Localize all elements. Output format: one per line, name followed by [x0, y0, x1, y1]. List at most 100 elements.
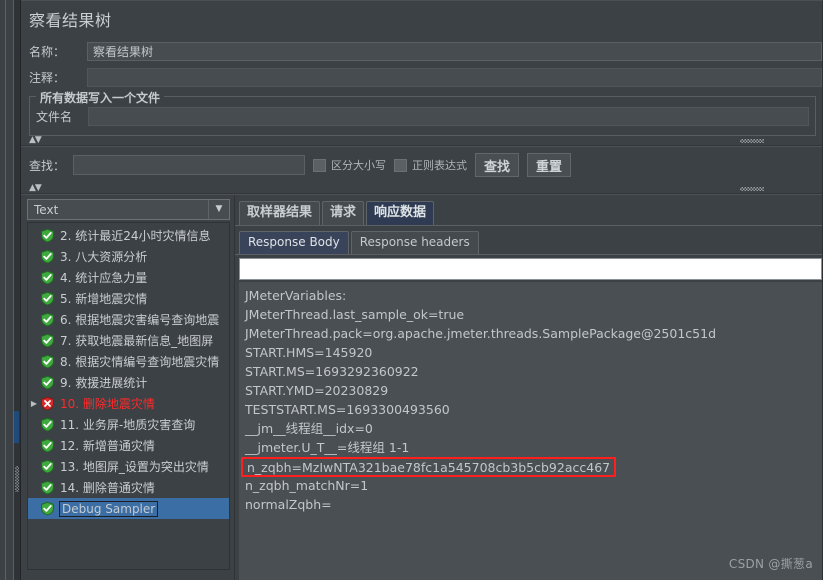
jmeter-window: 察看结果树 名称： 察看结果树 注释： 所有数据写入一个文件 文件名 ▲▼ 查找… — [0, 0, 823, 580]
response-line: TESTSTART.MS=1693300493560 — [245, 402, 450, 417]
result-tab[interactable]: 响应数据 — [366, 201, 435, 225]
shield-ok-icon — [40, 459, 55, 474]
page-title: 察看结果树 — [29, 11, 112, 30]
response-line: START.YMD=20230829 — [245, 383, 389, 398]
response-subtab[interactable]: Response headers — [350, 231, 479, 254]
splitter-grip-icon[interactable] — [15, 466, 19, 492]
shield-ok-icon — [40, 270, 55, 285]
name-field-row: 名称： 察看结果树 — [21, 38, 822, 64]
checkbox-icon[interactable] — [394, 158, 408, 172]
tree-item[interactable]: ▶6. 根据地震灾害编号查询地震 — [28, 309, 229, 330]
tree-item-label: 2. 统计最近24小时灾情信息 — [60, 229, 211, 243]
case-sensitive-checkbox[interactable]: 区分大小写 — [313, 157, 386, 173]
regex-label: 正则表达式 — [412, 159, 468, 172]
shield-ok-icon — [40, 375, 55, 390]
splitter-arrows-icon[interactable]: ▲▼ — [29, 184, 42, 193]
response-line: JMeterVariables: — [245, 288, 347, 303]
shield-ok-icon — [40, 228, 55, 243]
tree-item-label: 7. 获取地震最新信息_地图屏 — [60, 334, 214, 348]
response-line: n_zqbh_matchNr=1 — [245, 478, 369, 493]
results-split-pane: Text ▼ ▶2. 统计最近24小时灾情信息▶3. 八大资源分析▶4. 统计应… — [21, 194, 822, 580]
comment-label: 注释： — [29, 70, 66, 85]
tree-item[interactable]: ▶12. 新增普通灾情 — [28, 435, 229, 456]
response-line: __jm__线程组__idx=0 — [245, 421, 373, 436]
tree-item[interactable]: ▶4. 统计应急力量 — [28, 267, 229, 288]
render-selector-dropdown[interactable]: Text ▼ — [27, 199, 230, 220]
response-subtab[interactable]: Response Body — [239, 231, 349, 254]
result-tab[interactable]: 请求 — [322, 201, 365, 225]
response-line: JMeterThread.pack=org.apache.jmeter.thre… — [245, 326, 717, 341]
results-detail-column: 取样器结果 请求 响应数据 Response Body Response header… — [234, 195, 822, 580]
shield-ok-icon — [40, 417, 55, 432]
tree-item-label: 6. 根据地震灾害编号查询地震 — [60, 313, 220, 327]
splitter-grip-icon[interactable] — [740, 139, 764, 143]
tree-item-label: Debug Sampler — [58, 500, 159, 517]
shield-ok-icon — [40, 438, 55, 453]
shield-ok-icon — [40, 480, 55, 495]
name-input[interactable]: 察看结果树 — [87, 41, 822, 61]
response-line: normalZqbh= — [245, 497, 332, 512]
response-subtabs: Response Body Response headers — [235, 226, 822, 255]
tree-item[interactable]: ▶ 10. 删除地震灾情 — [28, 393, 229, 414]
tree-item-label: 10. 删除地震灾情 — [60, 397, 155, 411]
tree-item-label: 13. 地图屏_设置为突出灾情 — [60, 460, 209, 474]
tree-item[interactable]: ▶14. 删除普通灾情 — [28, 477, 229, 498]
tree-item[interactable]: ▶11. 业务屏-地质灾害查询 — [28, 414, 229, 435]
tree-item-label: 5. 新增地震灾情 — [60, 292, 148, 306]
find-button[interactable]: 查找 — [475, 153, 520, 177]
tree-item[interactable]: ▶5. 新增地震灾情 — [28, 288, 229, 309]
response-line-highlight-wrapper: n_zqbh=MzIwNTA321bae78fc1a545708cb3b5cb9… — [241, 457, 822, 477]
regex-checkbox[interactable]: 正则表达式 — [394, 157, 467, 173]
case-sensitive-label: 区分大小写 — [331, 159, 387, 172]
tree-item-label: 11. 业务屏-地质灾害查询 — [60, 418, 196, 432]
shield-ok-icon — [40, 312, 55, 327]
results-tree[interactable]: ▶2. 统计最近24小时灾情信息▶3. 八大资源分析▶4. 统计应急力量▶5. … — [27, 222, 230, 570]
tree-item-label: 9. 救援进展统计 — [60, 376, 148, 390]
tree-item-label: 8. 根据灾情编号查询地震灾情 — [60, 355, 220, 369]
left-splitter[interactable] — [14, 0, 20, 580]
render-selector-value: Text — [34, 202, 59, 217]
splitter-arrows-icon[interactable]: ▲▼ — [29, 136, 42, 145]
expand-arrow-icon[interactable]: ▶ — [28, 399, 40, 408]
watermark: CSDN @撕葱a — [728, 557, 813, 571]
write-all-data-group: 所有数据写入一个文件 文件名 — [29, 89, 816, 136]
shield-ok-icon — [40, 249, 55, 264]
tree-item-label: 12. 新增普通灾情 — [60, 439, 155, 453]
splitter-grip-icon[interactable] — [740, 187, 764, 191]
tree-item[interactable]: ▶7. 获取地震最新信息_地图屏 — [28, 330, 229, 351]
reset-button[interactable]: 重置 — [527, 153, 572, 177]
result-tab[interactable]: 取样器结果 — [239, 201, 321, 225]
write-all-data-group-title: 所有数据写入一个文件 — [36, 89, 165, 106]
results-tree-column: Text ▼ ▶2. 统计最近24小时灾情信息▶3. 八大资源分析▶4. 统计应… — [21, 195, 234, 580]
tree-item[interactable]: ▶Debug Sampler — [28, 498, 229, 519]
response-body-text[interactable]: JMeterVariables: JMeterThread.last_sample… — [239, 282, 822, 580]
response-line: __jmeter.U_T__=线程组 1-1 — [245, 440, 410, 455]
tree-item[interactable]: ▶13. 地图屏_设置为突出灾情 — [28, 456, 229, 477]
splitter-upper[interactable]: ▲▼ — [21, 136, 822, 146]
shield-ok-icon — [40, 291, 55, 306]
view-results-tree-panel: 察看结果树 名称： 察看结果树 注释： 所有数据写入一个文件 文件名 ▲▼ 查找… — [21, 0, 823, 580]
highlighted-response-line: n_zqbh=MzIwNTA321bae78fc1a545708cb3b5cb9… — [241, 457, 617, 477]
tree-item[interactable]: ▶2. 统计最近24小时灾情信息 — [28, 225, 229, 246]
shield-ok-icon — [40, 354, 55, 369]
name-label: 名称： — [29, 44, 66, 59]
shield-ok-icon — [40, 501, 55, 516]
tree-item[interactable]: ▶3. 八大资源分析 — [28, 246, 229, 267]
comment-field-row: 注释： — [21, 64, 822, 90]
window-gutter — [6, 0, 13, 580]
response-line: JMeterThread.last_sample_ok=true — [245, 307, 465, 322]
find-toolbar: 查找： 区分大小写 正则表达式 查找 重置 — [21, 146, 822, 184]
splitter-lower[interactable]: ▲▼ — [21, 184, 822, 194]
tree-item[interactable]: ▶9. 救援进展统计 — [28, 372, 229, 393]
checkbox-icon[interactable] — [313, 158, 327, 172]
chevron-down-icon[interactable]: ▼ — [208, 200, 229, 219]
find-input[interactable] — [73, 155, 306, 175]
tree-item-label: 3. 八大资源分析 — [60, 250, 148, 264]
comment-input[interactable] — [87, 67, 822, 87]
tree-item[interactable]: ▶8. 根据灾情编号查询地震灾情 — [28, 351, 229, 372]
tree-item-label: 4. 统计应急力量 — [60, 271, 148, 285]
response-search-input[interactable] — [239, 258, 822, 280]
find-label: 查找： — [29, 158, 66, 173]
filename-input[interactable] — [88, 106, 809, 126]
result-tabs: 取样器结果 请求 响应数据 — [235, 195, 822, 226]
